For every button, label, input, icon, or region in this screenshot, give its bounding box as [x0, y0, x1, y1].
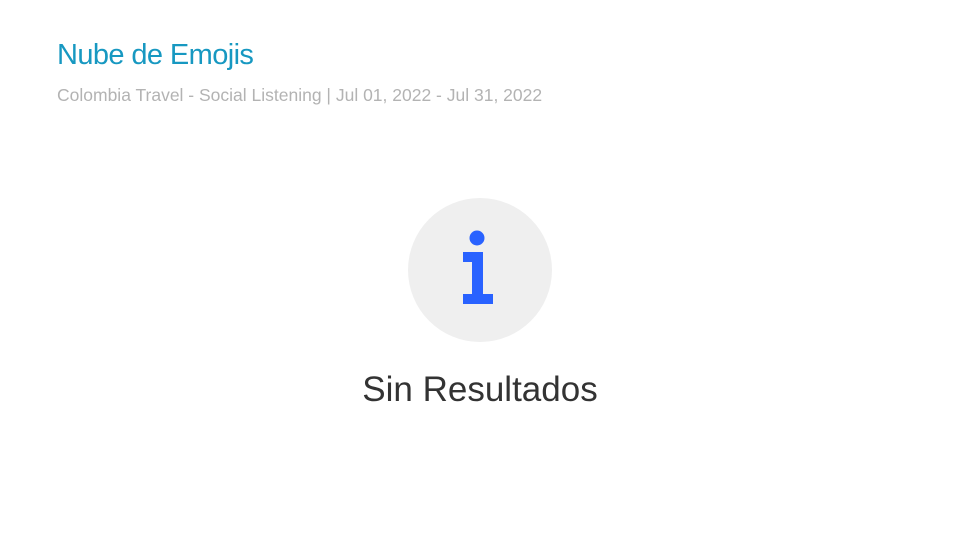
no-results-message: Sin Resultados — [362, 370, 598, 409]
info-icon-badge — [408, 198, 552, 342]
page-subtitle: Colombia Travel - Social Listening | Jul… — [57, 85, 543, 105]
info-icon — [463, 230, 493, 304]
page-title: Nube de Emojis — [57, 39, 254, 71]
empty-state: Sin Resultados — [0, 198, 960, 412]
report-header: Nube de Emojis Colombia Travel - Social … — [57, 36, 542, 106]
